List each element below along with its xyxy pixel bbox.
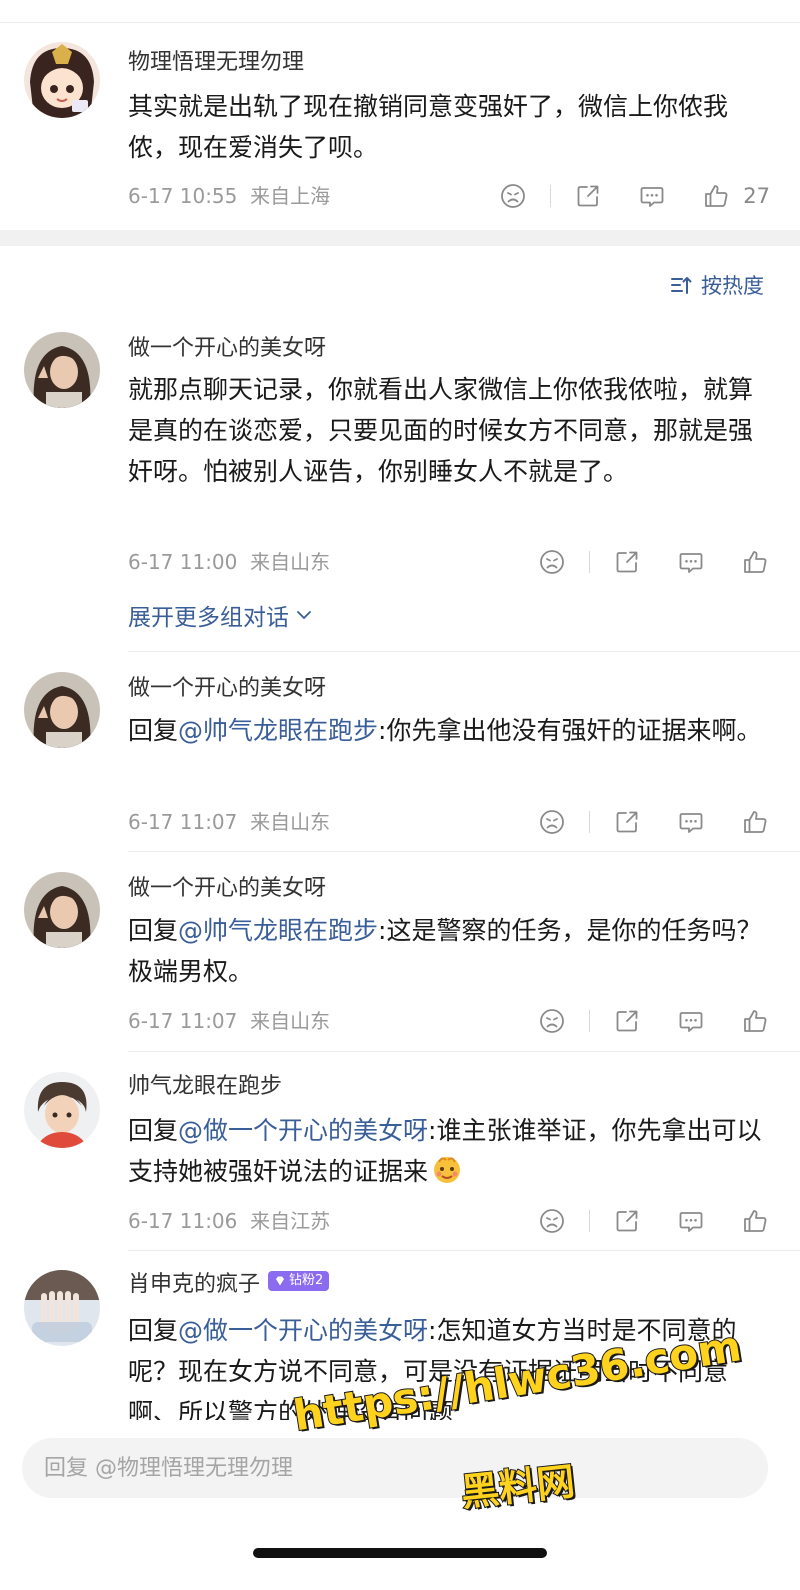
mention-link[interactable]: @帅气龙眼在跑步 xyxy=(178,716,378,745)
comment-icon[interactable] xyxy=(676,1206,706,1236)
username: 肖申克的疯子 钻粉2 xyxy=(128,1270,330,1300)
like-thumb-icon[interactable] xyxy=(740,1006,770,1036)
reply-prefix: 回复 xyxy=(128,1116,179,1145)
reply-body: :你先拿出他没有强奸的证据来啊。 xyxy=(378,716,762,745)
comment-icon[interactable] xyxy=(676,807,706,837)
like-thumb-icon[interactable] xyxy=(740,1206,770,1236)
comment-text: 其实就是出轨了现在撤销同意变强奸了，微信上你侬我侬，现在爱消失了呗。 xyxy=(128,92,729,162)
comment-meta: 6-17 11:06 来自江苏 xyxy=(128,1207,330,1235)
like-thumb-icon[interactable] xyxy=(701,181,731,211)
reply-input[interactable] xyxy=(22,1438,768,1498)
top-divider xyxy=(0,22,800,23)
comment-time: 6-17 11:06 xyxy=(128,1209,238,1233)
comment-text: 回复@做一个开心的美女呀:谁主张谁举证，你先拿出可以支持她被强奸说法的证据来 xyxy=(128,1110,768,1198)
comment-location: 来自山东 xyxy=(250,810,331,834)
avatar[interactable] xyxy=(24,1072,100,1148)
avatar[interactable] xyxy=(24,332,100,408)
comment-meta: 6-17 11:00 来自山东 xyxy=(128,548,330,576)
comment-time: 6-17 11:07 xyxy=(128,810,238,834)
avatar[interactable] xyxy=(24,672,100,748)
comment-icon[interactable] xyxy=(676,547,706,577)
reply-bar xyxy=(22,1438,768,1498)
reply-prefix: 回复 xyxy=(128,1316,179,1345)
divider xyxy=(128,1051,800,1052)
username[interactable]: 帅气龙眼在跑步 xyxy=(128,1072,282,1102)
avatar[interactable] xyxy=(24,1270,100,1346)
home-indicator[interactable] xyxy=(253,1548,547,1558)
username-text[interactable]: 肖申克的疯子 xyxy=(128,1272,260,1297)
share-icon[interactable] xyxy=(612,1006,642,1036)
comment-icon[interactable] xyxy=(637,181,667,211)
mention-link[interactable]: @帅气龙眼在跑步 xyxy=(178,916,378,945)
emoji-icon xyxy=(430,1152,464,1198)
sort-icon xyxy=(671,277,692,294)
comment-meta: 6-17 11:07 来自山东 xyxy=(128,808,330,836)
action-separator xyxy=(589,1210,590,1232)
mention-link[interactable]: @做一个开心的美女呀 xyxy=(178,1316,428,1345)
action-separator xyxy=(589,811,590,833)
comment-meta: 6-17 11:07 来自山东 xyxy=(128,1007,330,1035)
sort-label: 按热度 xyxy=(701,274,764,298)
action-separator xyxy=(550,185,552,207)
mention-link[interactable]: @做一个开心的美女呀 xyxy=(178,1116,428,1145)
dislike-face-icon[interactable] xyxy=(537,547,567,577)
like-thumb-icon[interactable] xyxy=(740,807,770,837)
share-icon[interactable] xyxy=(612,547,642,577)
action-separator xyxy=(589,551,590,573)
like-thumb-icon[interactable] xyxy=(740,547,770,577)
fan-badge: 钻粉2 xyxy=(268,1271,330,1291)
badge-label: 钻粉2 xyxy=(289,1273,324,1288)
divider xyxy=(128,651,800,652)
chevron-down-icon xyxy=(297,611,311,619)
username[interactable]: 做一个开心的美女呀 xyxy=(128,334,326,364)
comment-location: 来自上海 xyxy=(250,184,331,208)
dislike-face-icon[interactable] xyxy=(537,1206,567,1236)
comment-actions: 27 xyxy=(498,181,770,211)
divider xyxy=(128,851,800,852)
comment-actions xyxy=(537,807,770,837)
comment-text: 就那点聊天记录，你就看出人家微信上你侬我侬啦，就算是真的在谈恋爱，只要见面的时候… xyxy=(128,375,754,486)
sort-button[interactable]: 按热度 xyxy=(669,270,764,300)
avatar[interactable] xyxy=(24,872,100,948)
comment-time: 6-17 10:55 xyxy=(128,184,238,208)
comment-time: 6-17 11:00 xyxy=(128,550,238,574)
dislike-face-icon[interactable] xyxy=(537,807,567,837)
comment-time: 6-17 11:07 xyxy=(128,1009,238,1033)
comment-actions xyxy=(537,1206,770,1236)
diamond-icon xyxy=(276,1276,285,1286)
action-separator xyxy=(589,1010,590,1032)
like-count: 27 xyxy=(743,184,770,208)
comment-icon[interactable] xyxy=(676,1006,706,1036)
share-icon[interactable] xyxy=(612,807,642,837)
comment-location: 来自江苏 xyxy=(250,1209,331,1233)
username[interactable]: 物理悟理无理勿理 xyxy=(128,48,304,78)
divider xyxy=(128,1250,800,1251)
comment-text: 回复@帅气龙眼在跑步:这是警察的任务，是你的任务吗？极端男权。 xyxy=(128,910,768,992)
avatar[interactable] xyxy=(24,42,100,118)
comment-location: 来自山东 xyxy=(250,1009,331,1033)
reply-prefix: 回复 xyxy=(128,916,179,945)
expand-label: 展开更多组对话 xyxy=(128,605,289,631)
comment-actions xyxy=(537,1006,770,1036)
comment-text: 回复@帅气龙眼在跑步:你先拿出他没有强奸的证据来啊。 xyxy=(128,710,768,751)
username[interactable]: 做一个开心的美女呀 xyxy=(128,874,326,904)
share-icon[interactable] xyxy=(573,181,603,211)
comment-actions xyxy=(537,547,770,577)
username[interactable]: 做一个开心的美女呀 xyxy=(128,674,326,704)
share-icon[interactable] xyxy=(612,1206,642,1236)
expand-conversation-link[interactable]: 展开更多组对话 xyxy=(128,598,313,632)
dislike-face-icon[interactable] xyxy=(498,181,528,211)
comment-meta: 6-17 10:55 来自上海 xyxy=(128,182,330,210)
reply-prefix: 回复 xyxy=(128,716,179,745)
comment-location: 来自山东 xyxy=(250,550,331,574)
dislike-face-icon[interactable] xyxy=(537,1006,567,1036)
section-band xyxy=(0,230,800,246)
